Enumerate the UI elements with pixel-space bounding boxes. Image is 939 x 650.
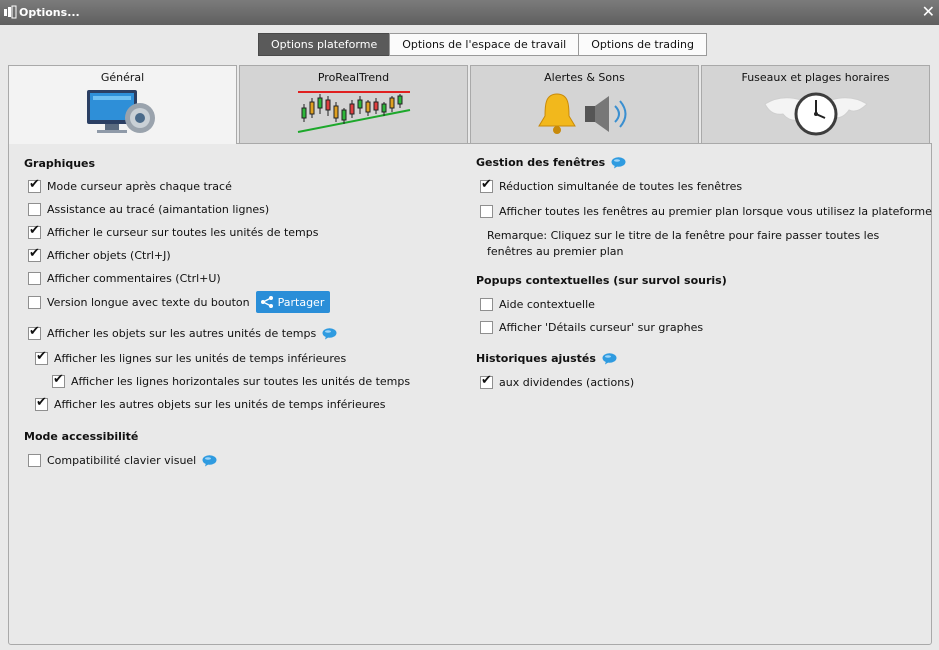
option-label: Afficher toutes les fenêtres au premier … bbox=[499, 205, 932, 218]
checkbox[interactable] bbox=[480, 321, 493, 334]
info-bubble-icon[interactable] bbox=[602, 352, 617, 365]
option-label: Réduction simultanée de toutes les fenêt… bbox=[499, 180, 743, 193]
info-bubble-icon[interactable] bbox=[322, 327, 337, 340]
option-autres-objets-inferieures[interactable]: Afficher les autres objets sur les unité… bbox=[35, 395, 386, 411]
option-label: Assistance au tracé (aimantation lignes) bbox=[47, 203, 270, 216]
tab-general[interactable]: Général bbox=[8, 65, 237, 144]
share-icon bbox=[260, 296, 273, 308]
option-reduction-simultanee[interactable]: Réduction simultanée de toutes les fenêt… bbox=[480, 177, 743, 193]
checkbox[interactable] bbox=[480, 177, 493, 193]
checkbox[interactable] bbox=[28, 454, 41, 467]
option-afficher-curseur[interactable]: Afficher le curseur sur toutes les unité… bbox=[28, 223, 319, 239]
option-label: Afficher commentaires (Ctrl+U) bbox=[47, 272, 221, 285]
checkbox[interactable] bbox=[28, 246, 41, 262]
window-title: Options... bbox=[19, 6, 80, 19]
tab-options-de-trading[interactable]: Options de trading bbox=[578, 33, 707, 56]
option-label: Afficher 'Détails curseur' sur graphes bbox=[499, 321, 704, 334]
checkbox[interactable] bbox=[28, 272, 41, 285]
option-compatibilite-clavier[interactable]: Compatibilité clavier visuel bbox=[28, 454, 217, 467]
close-icon[interactable]: ✕ bbox=[922, 2, 935, 22]
category-tab-bar: Général ProRealTrend Alertes & Sons Fuse… bbox=[8, 65, 932, 144]
option-assistance-trace[interactable]: Assistance au tracé (aimantation lignes) bbox=[28, 203, 269, 216]
remark-text: Remarque: Cliquez sur le titre de la fen… bbox=[487, 229, 880, 258]
checkbox[interactable] bbox=[28, 295, 41, 309]
checkbox[interactable] bbox=[35, 395, 48, 411]
option-premier-plan[interactable]: Afficher toutes les fenêtres au premier … bbox=[480, 205, 932, 218]
tab-alertes-sons-label: Alertes & Sons bbox=[544, 71, 625, 84]
checkbox[interactable] bbox=[28, 177, 41, 193]
tab-options-espace-de-travail[interactable]: Options de l'espace de travail bbox=[389, 33, 580, 56]
option-version-longue[interactable]: Version longue avec texte du bouton Part… bbox=[28, 291, 331, 313]
option-label: Version longue avec texte du bouton bbox=[47, 295, 250, 309]
section-gestion-fenetres: Gestion des fenêtres bbox=[476, 156, 606, 169]
option-aide-contextuelle[interactable]: Aide contextuelle bbox=[480, 298, 595, 311]
checkbox[interactable] bbox=[35, 349, 48, 365]
checkbox[interactable] bbox=[480, 298, 493, 311]
tab-fuseaux-label: Fuseaux et plages horaires bbox=[741, 71, 890, 84]
app-icon bbox=[4, 5, 17, 19]
option-lignes-unites-inferieures[interactable]: Afficher les lignes sur les unités de te… bbox=[35, 349, 347, 365]
tab-fuseaux-plages-horaires[interactable]: Fuseaux et plages horaires bbox=[701, 65, 930, 143]
section-historiques-ajustes: Historiques ajustés bbox=[476, 352, 596, 365]
option-label: aux dividendes (actions) bbox=[499, 376, 635, 389]
checkbox[interactable] bbox=[28, 223, 41, 239]
world-clock-icon bbox=[763, 92, 868, 136]
info-bubble-icon[interactable] bbox=[202, 454, 217, 467]
section-mode-accessibilite: Mode accessibilité bbox=[24, 430, 139, 443]
top-tab-bar: Options plateforme Options de l'espace d… bbox=[258, 33, 707, 56]
option-label: Aide contextuelle bbox=[499, 298, 595, 311]
checkbox[interactable] bbox=[28, 324, 41, 340]
tab-options-plateforme[interactable]: Options plateforme bbox=[258, 33, 391, 56]
option-label: Afficher objets (Ctrl+J) bbox=[47, 249, 171, 262]
option-details-curseur[interactable]: Afficher 'Détails curseur' sur graphes bbox=[480, 321, 703, 334]
option-mode-curseur[interactable]: Mode curseur après chaque tracé bbox=[28, 177, 232, 193]
option-aux-dividendes[interactable]: aux dividendes (actions) bbox=[480, 373, 635, 389]
checkbox[interactable] bbox=[28, 203, 41, 216]
option-label: Afficher les objets sur les autres unité… bbox=[47, 327, 317, 340]
checkbox[interactable] bbox=[480, 205, 493, 218]
candlestick-trend-icon bbox=[297, 91, 410, 133]
content-panel bbox=[8, 143, 932, 645]
option-objets-autres-unites[interactable]: Afficher les objets sur les autres unité… bbox=[28, 324, 337, 340]
option-afficher-objets[interactable]: Afficher objets (Ctrl+J) bbox=[28, 246, 171, 262]
checkbox[interactable] bbox=[480, 373, 493, 389]
title-bar: Options... ✕ bbox=[0, 0, 939, 25]
option-label: Afficher le curseur sur toutes les unité… bbox=[47, 226, 319, 239]
tab-prorealtrend[interactable]: ProRealTrend bbox=[239, 65, 468, 143]
tab-prorealtrend-label: ProRealTrend bbox=[317, 71, 390, 84]
option-label: Mode curseur après chaque tracé bbox=[47, 180, 232, 193]
section-historiques-row: Historiques ajustés bbox=[476, 352, 617, 365]
section-graphiques: Graphiques bbox=[24, 157, 96, 170]
section-popups-contextuelles: Popups contextuelles (sur survol souris) bbox=[476, 274, 727, 287]
tab-alertes-sons[interactable]: Alertes & Sons bbox=[470, 65, 699, 143]
checkbox[interactable] bbox=[52, 372, 65, 388]
share-button-label: Partager bbox=[277, 295, 325, 309]
option-label: Afficher les autres objets sur les unité… bbox=[54, 398, 386, 411]
info-bubble-icon[interactable] bbox=[611, 156, 626, 169]
option-label: Afficher les lignes sur les unités de te… bbox=[54, 352, 347, 365]
option-label: Compatibilité clavier visuel bbox=[47, 454, 197, 467]
tab-general-label: Général bbox=[100, 71, 145, 84]
option-label: Afficher les lignes horizontales sur tou… bbox=[71, 375, 411, 388]
bell-speaker-icon bbox=[537, 93, 626, 134]
section-gestion-fenetres-row: Gestion des fenêtres bbox=[476, 156, 626, 169]
monitor-gear-icon bbox=[86, 90, 155, 133]
option-afficher-commentaires[interactable]: Afficher commentaires (Ctrl+U) bbox=[28, 272, 221, 285]
share-button[interactable]: Partager bbox=[255, 291, 331, 313]
option-lignes-horizontales[interactable]: Afficher les lignes horizontales sur tou… bbox=[52, 372, 411, 388]
